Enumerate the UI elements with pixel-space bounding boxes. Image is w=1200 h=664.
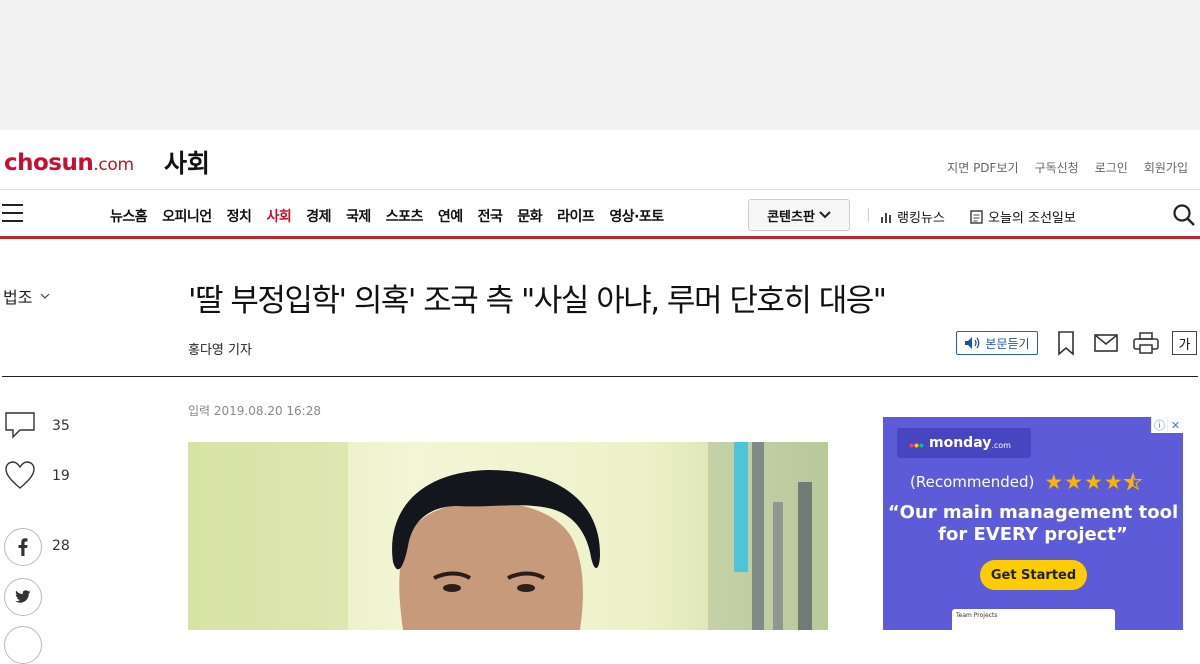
- facebook-share-button[interactable]: [4, 528, 42, 566]
- ad-quote-line-2: for EVERY project”: [938, 524, 1128, 545]
- ad-quote-line-1: “Our main management tool: [887, 502, 1179, 523]
- ad-quote: “Our main management tool for EVERY proj…: [883, 502, 1183, 546]
- nav-item-national[interactable]: 전국: [478, 206, 503, 226]
- nav-items: 뉴스홈 오피니언 정치 사회 경제 국제 스포츠 연예 전국 문화 라이프 영상…: [110, 206, 664, 226]
- bar-chart-icon: [881, 212, 891, 223]
- subscribe-link[interactable]: 구독신청: [1035, 159, 1079, 176]
- nav-item-society[interactable]: 사회: [266, 206, 291, 226]
- facebook-icon: [18, 538, 28, 556]
- star-rating-icon: ★★★★★: [1044, 470, 1144, 495]
- comment-button[interactable]: [4, 410, 36, 440]
- category-dropdown[interactable]: 법조: [3, 284, 50, 308]
- logo-main-text: chosun: [4, 150, 94, 176]
- nav-item-sports[interactable]: 스포츠: [386, 206, 424, 226]
- chevron-down-icon: [41, 293, 50, 299]
- bookmark-icon[interactable]: [1056, 330, 1076, 356]
- nav-item-opinion[interactable]: 오피니언: [162, 206, 212, 226]
- nav-item-newshome[interactable]: 뉴스홈: [110, 206, 148, 226]
- ad-brand-logo: monday .com: [897, 428, 1031, 458]
- ad-card-title: Team Projects: [956, 612, 998, 619]
- ad-rating-row: (Recommended) ★★★★★: [910, 470, 1144, 495]
- header-rule: [2, 376, 1198, 377]
- nav-item-entertainment[interactable]: 연예: [438, 206, 463, 226]
- ad-product-card: Team Projects: [952, 609, 1115, 630]
- content-menu-label: 콘텐츠판: [767, 209, 815, 225]
- ranking-news-link[interactable]: 랭킹뉴스: [880, 207, 945, 226]
- like-button[interactable]: [4, 460, 36, 490]
- nav-item-culture[interactable]: 문화: [517, 206, 542, 226]
- newspaper-icon: [970, 209, 983, 224]
- heart-icon: [5, 461, 35, 489]
- ad-brand-suffix: .com: [991, 441, 1011, 450]
- monday-logo-icon: [909, 443, 924, 448]
- facebook-share-count: 28: [52, 538, 70, 554]
- comment-icon: [5, 412, 35, 439]
- category-label: 법조: [3, 288, 33, 307]
- monday-ad[interactable]: ⓘ ✕ monday .com (Recommended) ★★★★★ “Our …: [883, 417, 1183, 630]
- ad-close-icon[interactable]: ✕: [1167, 417, 1183, 433]
- article-photo-illustration: [188, 442, 828, 630]
- ad-controls: ⓘ ✕: [1151, 417, 1183, 433]
- ranking-news-label: 랭킹뉴스: [897, 211, 945, 226]
- ad-brand-name: monday: [929, 435, 992, 451]
- listen-label: 본문듣기: [985, 336, 1030, 351]
- article-photo: [188, 442, 828, 630]
- ad-info-icon[interactable]: ⓘ: [1151, 417, 1167, 433]
- more-share-button[interactable]: [4, 626, 42, 664]
- email-icon[interactable]: [1094, 334, 1118, 352]
- nav-item-life[interactable]: 라이프: [557, 206, 595, 226]
- today-paper-link[interactable]: 오늘의 조선일보: [970, 207, 1076, 226]
- nav-item-video-photo[interactable]: 영상·포토: [609, 206, 664, 226]
- content-menu-button[interactable]: 콘텐츠판: [748, 199, 850, 231]
- logo-suffix-text: .com: [93, 155, 134, 175]
- print-icon[interactable]: [1133, 332, 1159, 354]
- menu-icon[interactable]: [2, 204, 23, 222]
- listen-button[interactable]: 본문듣기: [956, 331, 1038, 355]
- chevron-down-icon: [819, 211, 831, 219]
- comment-count: 35: [52, 418, 70, 434]
- top-links: 지면 PDF보기 구독신청 로그인 회원가입: [947, 159, 1188, 176]
- top-ad-banner: [0, 0, 1200, 130]
- byline[interactable]: 홍다영 기자: [188, 339, 252, 358]
- like-count: 19: [52, 468, 70, 484]
- article-headline: '딸 부정입학' 의혹' 조국 측 "사실 아냐, 루머 단호히 대응": [188, 283, 887, 319]
- signup-link[interactable]: 회원가입: [1144, 159, 1188, 176]
- nav-divider: [868, 208, 869, 222]
- speaker-icon: [965, 337, 980, 349]
- main-nav: 뉴스홈 오피니언 정치 사회 경제 국제 스포츠 연예 전국 문화 라이프 영상…: [0, 191, 1200, 239]
- section-title[interactable]: 사회: [164, 144, 210, 180]
- font-size-button[interactable]: 가: [1172, 331, 1197, 355]
- ad-cta-button[interactable]: Get Started: [980, 560, 1087, 590]
- today-paper-label: 오늘의 조선일보: [988, 211, 1076, 226]
- login-link[interactable]: 로그인: [1095, 159, 1128, 176]
- nav-item-economy[interactable]: 경제: [306, 206, 331, 226]
- ad-recommended-label: (Recommended): [910, 473, 1035, 491]
- publish-date: 입력 2019.08.20 16:28: [188, 404, 321, 418]
- nav-item-international[interactable]: 국제: [346, 206, 371, 226]
- twitter-share-button[interactable]: [4, 578, 42, 616]
- chosun-logo[interactable]: chosun .com: [4, 150, 134, 180]
- search-icon[interactable]: [1172, 203, 1196, 227]
- site-header: chosun .com 사회 지면 PDF보기 구독신청 로그인 회원가입: [0, 130, 1200, 190]
- twitter-icon: [15, 590, 31, 603]
- pdf-link[interactable]: 지면 PDF보기: [947, 159, 1018, 176]
- nav-item-politics[interactable]: 정치: [227, 206, 252, 226]
